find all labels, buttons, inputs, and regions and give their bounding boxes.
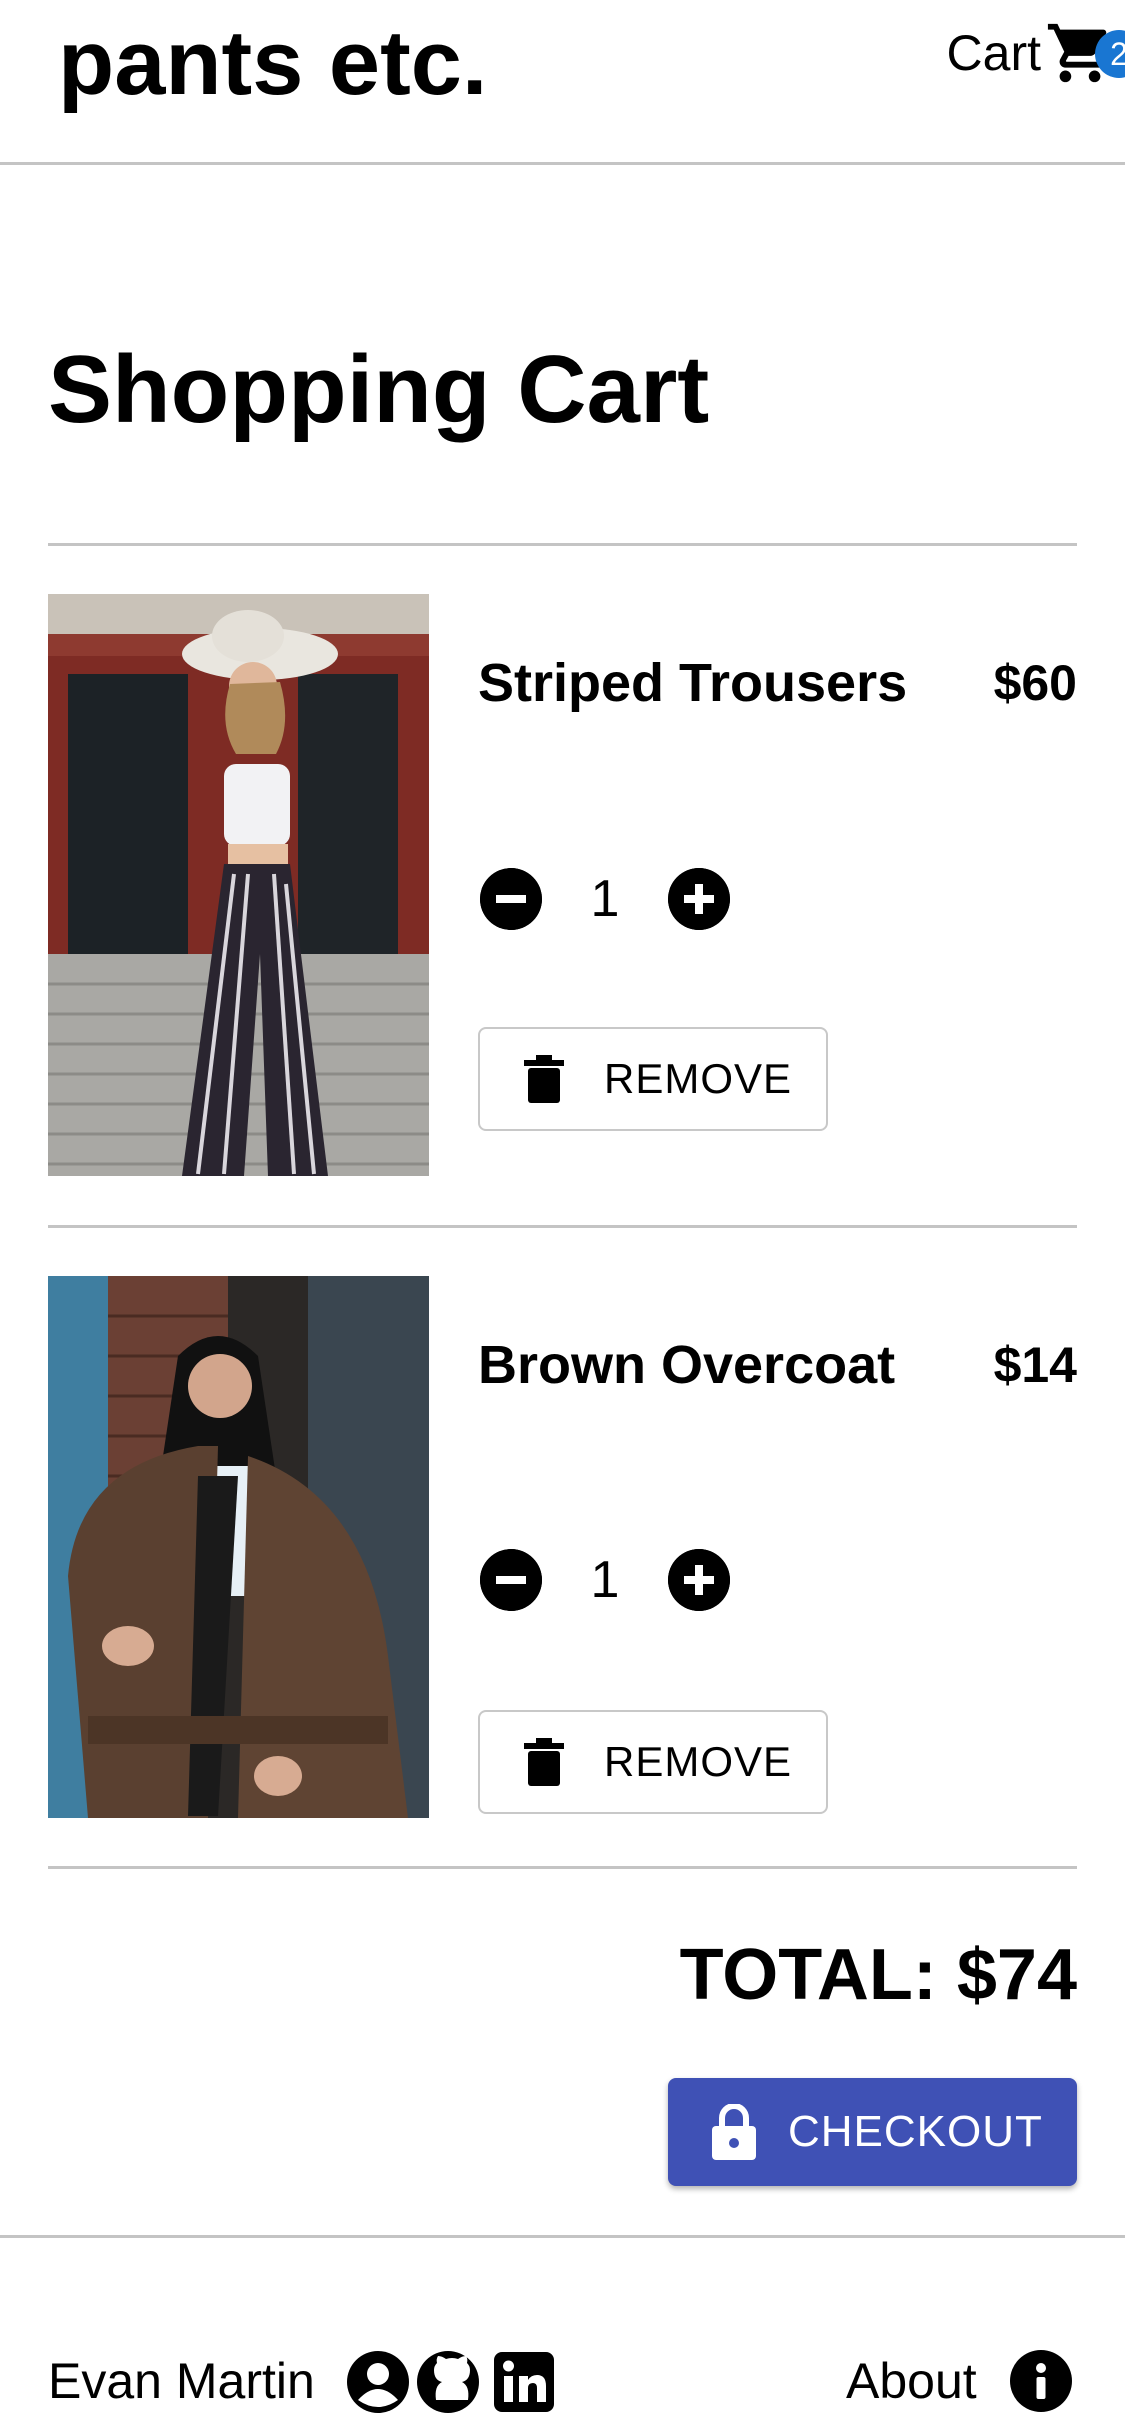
remove-button[interactable]: REMOVE bbox=[478, 1027, 828, 1131]
trash-icon bbox=[524, 1738, 564, 1786]
info-icon[interactable] bbox=[1010, 2350, 1072, 2412]
minus-circle-icon bbox=[480, 1549, 542, 1611]
cart-label: Cart bbox=[946, 25, 1041, 81]
increase-quantity-button[interactable] bbox=[668, 1549, 730, 1611]
footer-author: Evan Martin bbox=[48, 2353, 315, 2409]
divider bbox=[48, 543, 1077, 546]
github-icon[interactable] bbox=[416, 2350, 480, 2414]
product-image-striped-trousers bbox=[48, 594, 429, 1176]
app-header: pants etc. Cart 2 bbox=[0, 0, 1125, 165]
trash-icon bbox=[524, 1055, 564, 1103]
quantity-stepper: 1 bbox=[480, 1549, 730, 1611]
decrease-quantity-button[interactable] bbox=[480, 868, 542, 930]
checkout-button[interactable]: CHECKOUT bbox=[668, 2078, 1077, 2186]
divider bbox=[48, 1225, 1077, 1228]
lock-icon bbox=[712, 2104, 756, 2160]
item-name: Brown Overcoat bbox=[478, 1335, 896, 1395]
quantity-stepper: 1 bbox=[480, 868, 730, 930]
quantity-value: 1 bbox=[590, 870, 620, 928]
minus-circle-icon bbox=[480, 868, 542, 930]
divider bbox=[48, 1866, 1077, 1869]
cart-item: Brown Overcoat $14 1 REMOVE bbox=[48, 1276, 1077, 1818]
remove-label: REMOVE bbox=[604, 1738, 793, 1785]
quantity-value: 1 bbox=[590, 1551, 620, 1609]
item-price: $14 bbox=[993, 1337, 1077, 1393]
checkout-label: CHECKOUT bbox=[788, 2107, 1043, 2156]
cart-link[interactable]: Cart 2 bbox=[946, 18, 1125, 88]
footer-divider bbox=[0, 2235, 1125, 2238]
plus-circle-icon bbox=[668, 868, 730, 930]
item-price: $60 bbox=[993, 655, 1077, 711]
product-image-brown-overcoat bbox=[48, 1276, 429, 1818]
linkedin-icon[interactable] bbox=[492, 2350, 556, 2414]
page-title: Shopping Cart bbox=[48, 336, 710, 443]
plus-circle-icon bbox=[668, 1549, 730, 1611]
item-name: Striped Trousers bbox=[478, 653, 908, 713]
increase-quantity-button[interactable] bbox=[668, 868, 730, 930]
cart-icon: 2 bbox=[1045, 18, 1125, 88]
remove-button[interactable]: REMOVE bbox=[478, 1710, 828, 1814]
cart-item: Striped Trousers $60 1 REMOVE bbox=[48, 594, 1077, 1176]
decrease-quantity-button[interactable] bbox=[480, 1549, 542, 1611]
cart-total: TOTAL: $74 bbox=[679, 1935, 1077, 2015]
about-link[interactable]: About bbox=[846, 2346, 977, 2416]
user-circle-icon[interactable] bbox=[346, 2350, 410, 2414]
site-logo[interactable]: pants etc. bbox=[58, 8, 487, 118]
remove-label: REMOVE bbox=[604, 1055, 793, 1102]
